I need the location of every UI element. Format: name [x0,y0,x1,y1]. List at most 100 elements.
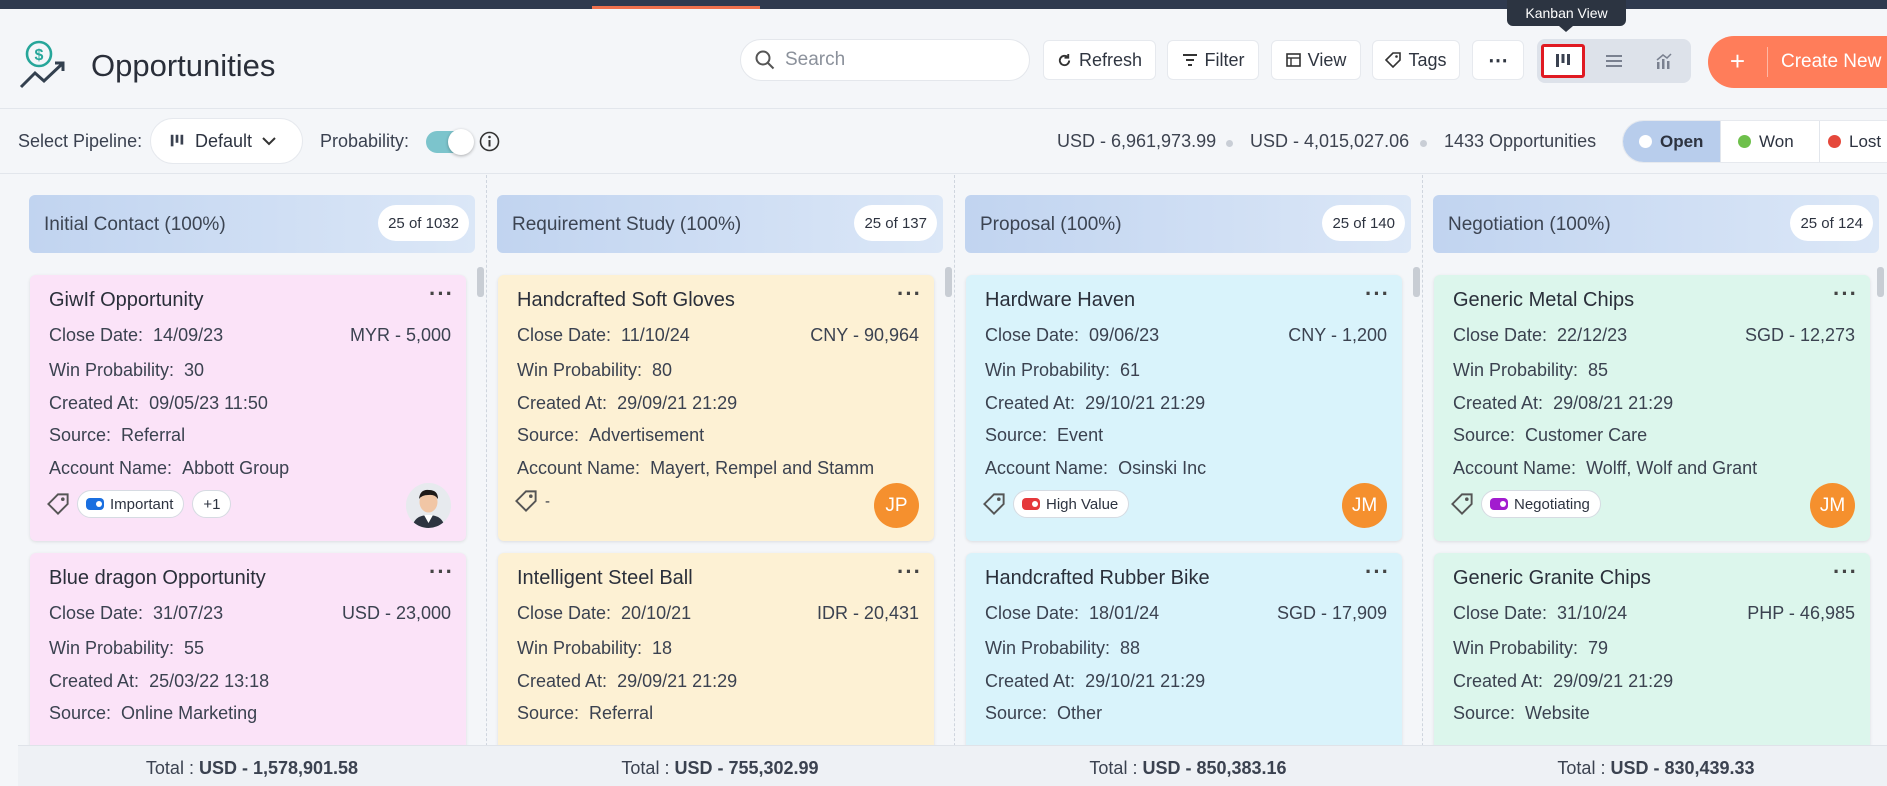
column-header: Negotiation (100%) 25 of 124 [1433,195,1879,253]
probability-label: Probability: [320,131,410,151]
status-open-button[interactable]: Open [1623,121,1720,162]
opportunity-count-stat: 1433 Opportunities [1444,131,1597,151]
source-row: Source: Event [985,425,1104,445]
more-options-button[interactable]: ⋯ [1472,40,1524,80]
kanban-column: Initial Contact (100%) 25 of 1032 GiwIf … [18,175,484,786]
created-at-row: Created At: 29/09/21 21:29 [1453,671,1674,691]
tags-button[interactable]: Tags [1372,40,1460,80]
source-row: Source: Referral [49,425,186,445]
column-totals-bar: Total : USD - 1,578,901.58 Total : USD -… [18,745,1887,786]
account-name-row: Account Name: Mayert, Rempel and Stamm [517,458,875,478]
card-amount: IDR - 20,431 [816,603,919,623]
card-title: Handcrafted Rubber Bike [985,567,1210,589]
search-input[interactable] [785,49,1005,71]
card-menu-button[interactable]: ··· [429,559,454,585]
status-label: Open [1660,131,1704,151]
status-label: Lost [1849,131,1882,151]
owner-avatar[interactable] [406,483,451,528]
column-count-badge: 25 of 1032 [378,205,469,241]
table-view-icon [1285,53,1301,67]
kanban-icon [1556,54,1570,67]
more-tags-pill[interactable]: +1 [192,490,232,518]
owner-avatar[interactable]: JP [874,483,919,528]
list-view-button[interactable] [1592,44,1636,78]
opportunities-logo-icon: $ [19,40,65,89]
account-name-row: Account Name: Abbott Group [49,458,290,478]
tag-icon [983,493,1005,515]
column-scrollbar[interactable] [945,267,952,297]
column-title: Initial Contact (100%) [44,214,226,235]
plus-icon: + [1708,47,1768,77]
card-menu-button[interactable]: ··· [1833,281,1858,307]
refresh-label: Refresh [1078,49,1143,70]
source-row: Source: Website [1453,703,1590,723]
column-scrollbar[interactable] [1877,267,1884,297]
card-amount: CNY - 90,964 [810,325,919,345]
status-dot-icon [1738,135,1751,148]
column-header: Requirement Study (100%) 25 of 137 [497,195,943,253]
created-at-row: Created At: 29/10/21 21:29 [985,393,1206,413]
chart-view-button[interactable] [1642,44,1686,78]
kanban-view-button[interactable] [1541,44,1585,78]
chevron-down-icon [262,136,276,145]
column-total: Total : USD - 830,439.33 [1557,758,1755,778]
view-button[interactable]: View [1271,40,1361,80]
no-tags-text: - [545,492,550,510]
created-at-row: Created At: 29/10/21 21:29 [985,671,1206,691]
owner-avatar[interactable]: JM [1342,483,1387,528]
tag-pill[interactable]: Negotiating [1481,490,1601,518]
refresh-button[interactable]: Refresh [1043,40,1156,80]
search-box[interactable] [740,39,1030,81]
account-name-row: Account Name: Osinski Inc [985,458,1207,478]
card-menu-button[interactable]: ··· [1365,559,1390,585]
pipeline-select[interactable]: Default [150,118,303,164]
card-menu-button[interactable]: ··· [429,281,454,307]
card-menu-button[interactable]: ··· [1833,559,1858,585]
info-icon[interactable] [479,131,500,152]
close-date-row: Close Date: 11/10/24 [517,325,690,345]
card-title: Hardware Haven [985,289,1136,311]
column-scrollbar[interactable] [1413,267,1420,297]
card-amount: USD - 23,000 [341,603,451,623]
opportunity-card[interactable]: Hardware Haven ··· Close Date: 09/06/23 C… [966,275,1402,541]
chart-icon [1656,53,1672,69]
close-date-row: Close Date: 22/12/23 [1453,325,1628,345]
card-menu-button[interactable]: ··· [897,559,922,585]
card-menu-button[interactable]: ··· [897,281,922,307]
kanban-column: Proposal (100%) 25 of 140 Hardware Haven… [954,175,1420,786]
tag-color-swatch [86,498,104,510]
status-lost-button[interactable]: Lost [1828,121,1881,162]
kanban-column: Requirement Study (100%) 25 of 137 Handc… [486,175,952,786]
card-title: Generic Granite Chips [1453,567,1651,589]
win-probability-row: Win Probability: 85 [1453,360,1609,380]
column-count-badge: 25 of 140 [1322,205,1405,241]
card-title: Handcrafted Soft Gloves [517,289,735,311]
create-new-label: Create New [1781,51,1882,72]
source-row: Source: Referral [517,703,654,723]
status-filter: Open Won Lost [1622,120,1887,163]
tag-pill[interactable]: High Value [1013,490,1130,518]
filter-button[interactable]: Filter [1167,40,1259,80]
source-row: Source: Online Marketing [49,703,258,723]
owner-avatar[interactable]: JM [1810,483,1855,528]
close-date-row: Close Date: 31/07/23 [49,603,224,623]
probability-toggle[interactable] [426,129,474,155]
opportunity-card[interactable]: GiwIf Opportunity ··· Close Date: 14/09/2… [30,275,466,541]
status-won-button[interactable]: Won [1738,121,1794,162]
pipeline-icon [170,134,184,147]
column-count-badge: 25 of 137 [854,205,937,241]
column-title: Proposal (100%) [980,214,1122,235]
pipeline-value: Default [195,130,253,151]
column-count-badge: 25 of 124 [1790,205,1873,241]
view-switcher [1537,39,1691,83]
opportunity-card[interactable]: Handcrafted Soft Gloves ··· Close Date: 1… [498,275,934,541]
card-menu-button[interactable]: ··· [1365,281,1390,307]
divider [1720,121,1721,162]
win-probability-row: Win Probability: 30 [49,360,205,380]
tag-pill[interactable]: Important [77,490,185,518]
create-new-button[interactable]: + Create New [1708,36,1887,88]
search-icon [755,50,775,70]
column-scrollbar[interactable] [477,267,484,297]
column-total: Total : USD - 755,302.99 [621,758,819,778]
opportunity-card[interactable]: Generic Metal Chips ··· Close Date: 22/12… [1434,275,1870,541]
